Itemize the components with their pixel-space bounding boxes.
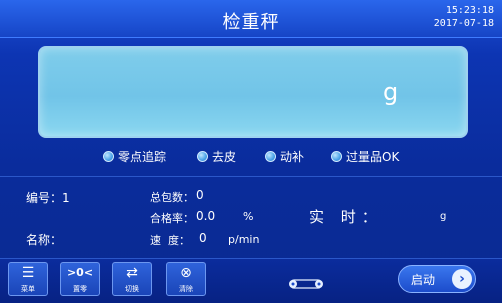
indicator-label: 去皮 [212, 149, 237, 164]
pass-rate-label: 合格率： [150, 212, 194, 225]
pass-rate-unit: % [243, 210, 254, 223]
indicator-led-icon [331, 150, 342, 162]
indicator-led-icon [197, 150, 208, 162]
zero-button[interactable]: >0< 置零 [60, 262, 100, 296]
conveyor-icon [289, 279, 323, 289]
switch-button[interactable]: ⇄ 切换 [112, 262, 152, 296]
speed-unit: p/min [228, 233, 260, 246]
screen: 检重秤 15:23:18 2017-07-18 g 零点追踪 去皮 动补 过量品… [0, 0, 502, 303]
clock: 15:23:18 2017-07-18 [434, 4, 494, 30]
indicator-label: 过量品OK [346, 149, 400, 164]
switch-button-label: 切换 [125, 285, 139, 293]
switch-icon: ⇄ [126, 265, 138, 281]
menu-icon: ☰ [21, 265, 35, 281]
total-label: 总包数： [150, 191, 194, 204]
status-indicators: 零点追踪 去皮 动补 过量品OK [0, 146, 502, 166]
arrow-right-icon: › [452, 269, 472, 289]
start-button[interactable]: 启动 › [398, 265, 476, 293]
menu-button[interactable]: ☰ 菜单 [8, 262, 48, 296]
realtime-label: 实 时： [309, 208, 383, 226]
total-value: 0 [196, 188, 204, 202]
indicator-zero-tracking: 零点追踪 [103, 146, 166, 166]
page-title: 检重秤 [222, 12, 280, 33]
header: 检重秤 15:23:18 2017-07-18 [0, 0, 502, 38]
clock-time: 15:23:18 [445, 5, 494, 16]
indicator-tare: 去皮 [197, 146, 236, 166]
realtime-unit: g [440, 211, 447, 222]
number-label: 编号：1 [26, 191, 70, 205]
indicator-label: 零点追踪 [118, 149, 167, 164]
indicator-led-icon [103, 150, 114, 162]
indicator-label: 动补 [280, 149, 305, 164]
clock-date: 2017-07-18 [433, 18, 494, 29]
indicator-overweight-ok: 过量品OK [331, 146, 399, 166]
clear-button-label: 清除 [179, 285, 193, 293]
menu-button-label: 菜单 [21, 285, 35, 293]
indicator-dynamic-comp: 动补 [265, 146, 304, 166]
divider [0, 176, 502, 177]
speed-value: 0 [199, 231, 207, 245]
zero-icon: >0< [66, 266, 94, 279]
speed-label: 速 度： [150, 234, 190, 247]
clear-icon: ⊗ [180, 265, 192, 281]
toolbar: ☰ 菜单 >0< 置零 ⇄ 切换 ⊗ 清除 启动 › [0, 258, 502, 303]
pass-rate-value: 0.0 [196, 209, 216, 223]
name-label: 名称： [26, 233, 63, 247]
weight-display: g [38, 46, 468, 138]
zero-button-label: 置零 [73, 285, 87, 293]
clear-button[interactable]: ⊗ 清除 [166, 262, 206, 296]
weight-unit: g [383, 78, 399, 106]
start-button-label: 启动 [411, 273, 436, 287]
indicator-led-icon [265, 150, 276, 162]
